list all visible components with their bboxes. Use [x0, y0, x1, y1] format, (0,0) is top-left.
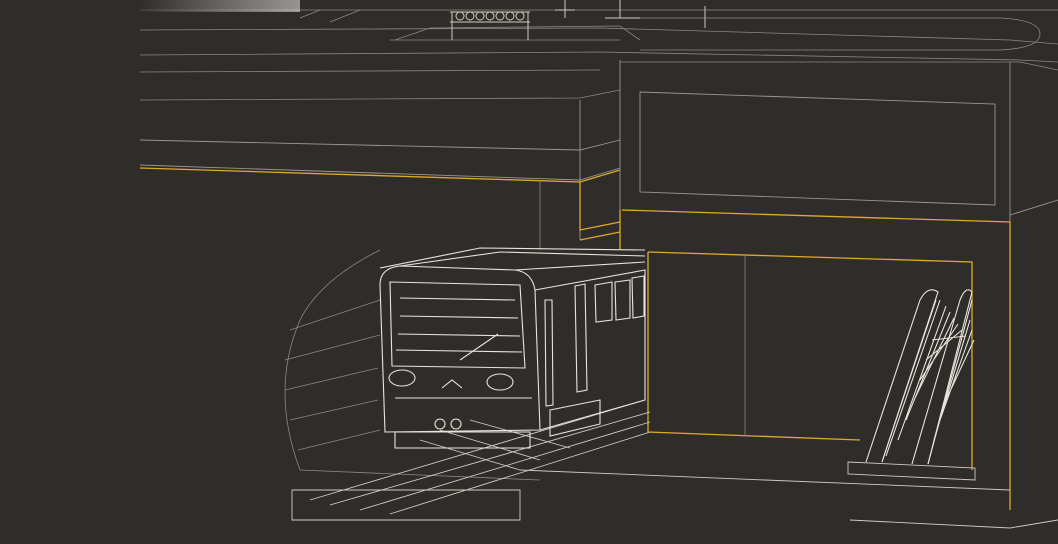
- background: [0, 0, 1058, 544]
- surface-highlight: [140, 0, 300, 12]
- metro-cutaway-drawing: [0, 0, 1058, 544]
- metro-cutaway-illustration: [0, 0, 1058, 544]
